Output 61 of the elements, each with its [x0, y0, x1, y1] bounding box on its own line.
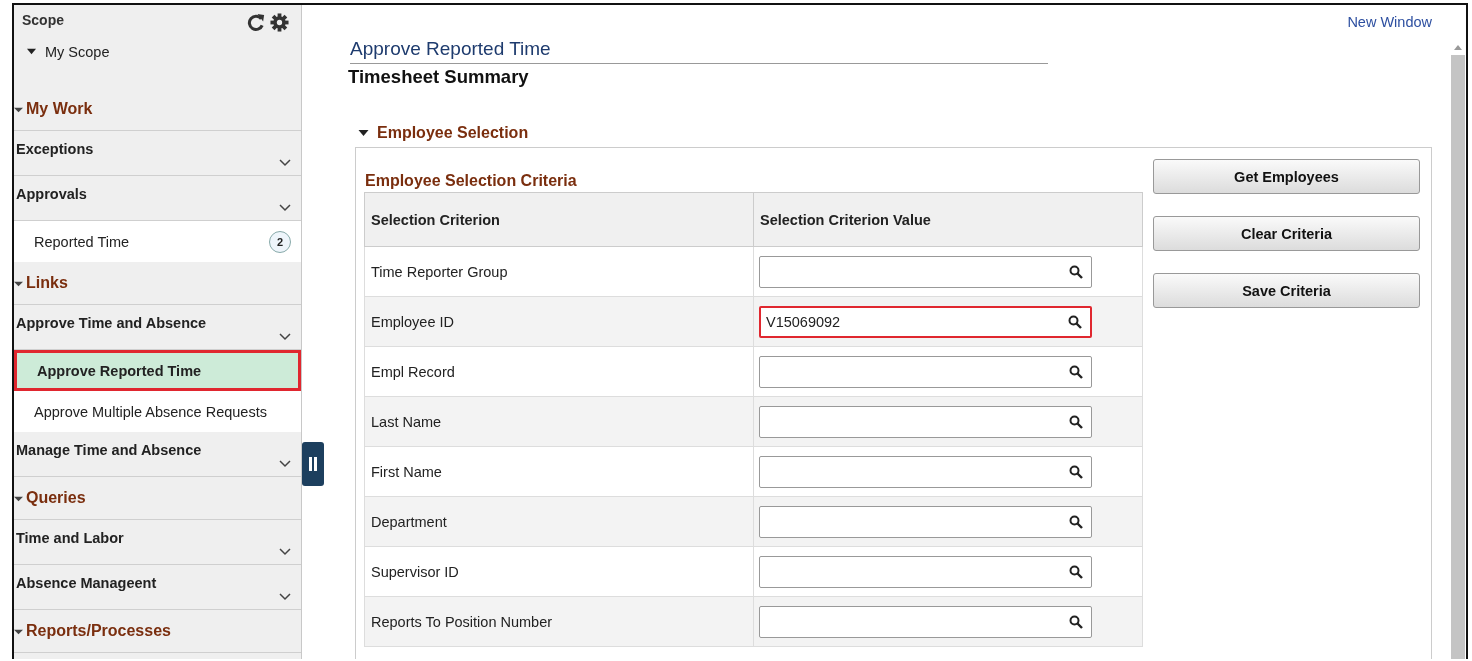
- scope-item[interactable]: My Scope: [14, 36, 301, 88]
- column-header: Selection Criterion Value: [753, 192, 1143, 247]
- table-cell: Last Name: [364, 396, 754, 447]
- chevron-down-icon: [279, 159, 291, 167]
- expand-icon: [27, 47, 36, 56]
- table-cell: Empl Record: [364, 346, 754, 397]
- input-field[interactable]: [759, 455, 1092, 488]
- scope-title: Scope: [22, 12, 64, 28]
- table-cell: Department: [364, 496, 754, 547]
- table-cell: Supervisor ID: [364, 546, 754, 597]
- search-icon[interactable]: [1069, 414, 1083, 429]
- search-icon[interactable]: [1068, 314, 1082, 329]
- section-header[interactable]: Employee Selection: [358, 124, 1432, 142]
- action-button[interactable]: Clear Criteria: [1153, 216, 1420, 251]
- column-header: Selection Criterion: [364, 192, 754, 247]
- section-header[interactable]: Reports/Processes: [14, 610, 301, 653]
- criteria-title: Employee Selection Criteria: [365, 172, 578, 190]
- search-icon[interactable]: [1069, 464, 1083, 479]
- search-icon[interactable]: [1069, 614, 1083, 629]
- sidebar-group[interactable]: Absence Manageent: [14, 565, 301, 610]
- section-header[interactable]: Queries: [14, 477, 301, 520]
- page-title: Approve Reported Time: [350, 38, 1048, 64]
- sidebar-group[interactable]: Exceptions: [14, 131, 301, 176]
- input-field[interactable]: [759, 355, 1092, 388]
- page-subtitle: Timesheet Summary: [348, 66, 530, 88]
- table-cell: First Name: [364, 446, 754, 497]
- table-cell: Employee ID: [364, 296, 754, 347]
- sidebar-item[interactable]: Approve Reported Time: [14, 350, 301, 391]
- input-field[interactable]: [759, 605, 1092, 638]
- chevron-down-icon: [279, 333, 291, 341]
- action-button[interactable]: Save Criteria: [1153, 273, 1420, 308]
- sidebar-item[interactable]: Approve Multiple Absence Requests: [14, 391, 301, 432]
- table-cell: Reports To Position Number: [364, 596, 754, 647]
- refresh-icon[interactable]: [247, 12, 266, 32]
- input-field[interactable]: V15069092: [759, 305, 1092, 338]
- new-window-link[interactable]: New Window: [1347, 14, 1432, 36]
- section-header[interactable]: Links: [14, 262, 301, 305]
- count-badge: 2: [269, 230, 291, 253]
- chevron-down-icon: [279, 548, 291, 556]
- action-button[interactable]: Get Employees: [1153, 159, 1420, 194]
- pause-icon: [308, 456, 318, 472]
- chevron-down-icon: [279, 460, 291, 468]
- settings-icon[interactable]: [270, 12, 289, 32]
- chevron-down-icon: [279, 204, 291, 212]
- search-icon[interactable]: [1069, 514, 1083, 529]
- input-field[interactable]: [759, 505, 1092, 538]
- section-header[interactable]: My Work: [14, 88, 301, 131]
- table-cell: Time Reporter Group: [364, 246, 754, 297]
- search-icon[interactable]: [1069, 264, 1083, 279]
- sidebar-group[interactable]: Time and Labor: [14, 520, 301, 565]
- sidebar-item[interactable]: Reported Time 2: [14, 221, 301, 262]
- input-field[interactable]: [759, 405, 1092, 438]
- expand-icon: [358, 128, 369, 138]
- search-icon[interactable]: [1069, 364, 1083, 379]
- search-icon[interactable]: [1069, 564, 1083, 579]
- scroll-up-icon[interactable]: [1454, 45, 1462, 51]
- input-field[interactable]: [759, 255, 1092, 288]
- collapse-handle[interactable]: [302, 442, 324, 486]
- sidebar-group[interactable]: Manage Time and Absence: [14, 432, 301, 477]
- input-field[interactable]: [759, 555, 1092, 588]
- chevron-down-icon: [279, 593, 291, 601]
